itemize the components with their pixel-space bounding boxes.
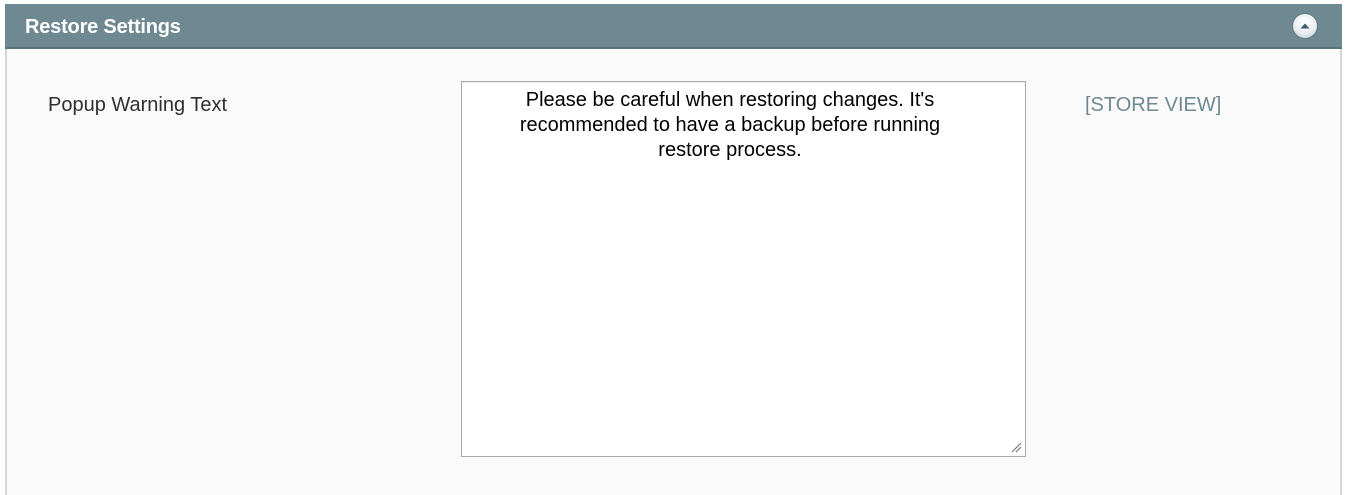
resize-grip-icon[interactable] [1010, 441, 1022, 453]
section-title: Restore Settings [25, 16, 181, 38]
restore-settings-panel: Restore Settings Popup Warning Text Plea… [5, 4, 1342, 495]
store-view-scope-label: [STORE VIEW] [1085, 94, 1222, 116]
chevron-up-circle-icon[interactable] [1293, 14, 1317, 38]
popup-warning-text-textarea[interactable]: Please be careful when restoring changes… [461, 81, 1026, 457]
popup-warning-text-value[interactable]: Please be careful when restoring changes… [470, 88, 990, 163]
section-header[interactable]: Restore Settings [5, 4, 1342, 49]
popup-warning-text-label: Popup Warning Text [48, 94, 227, 116]
